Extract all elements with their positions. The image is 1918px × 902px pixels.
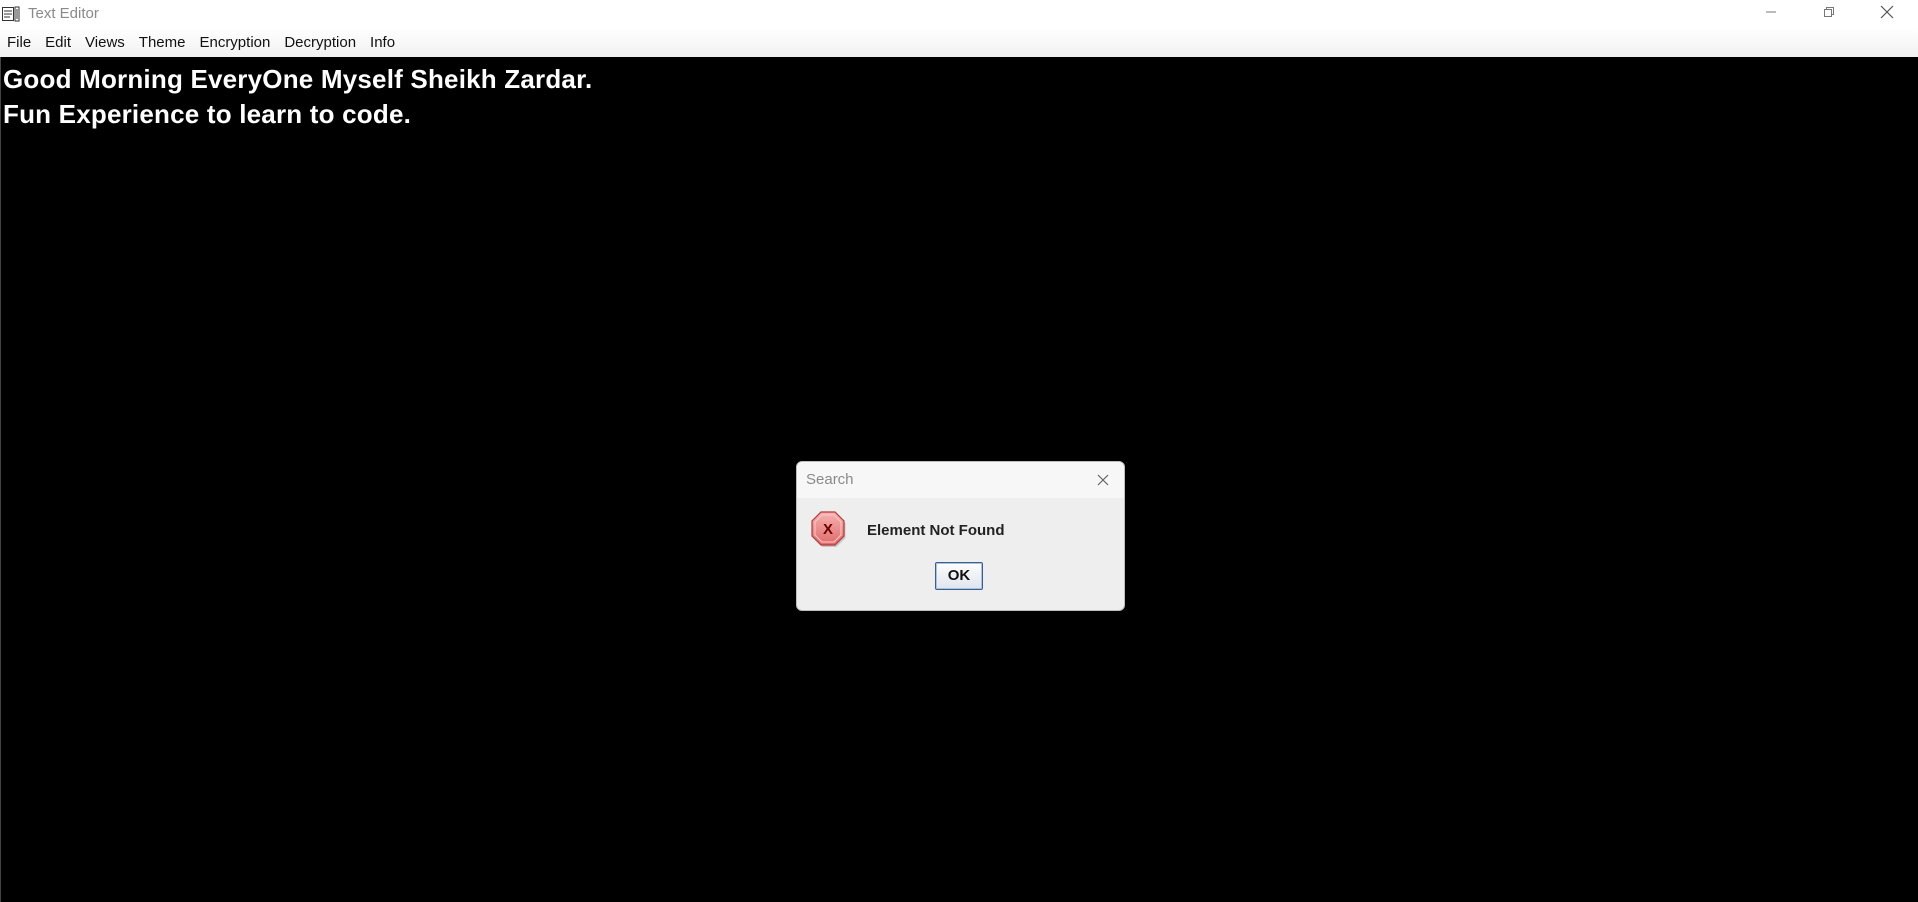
title-bar: Text Editor bbox=[0, 0, 1918, 28]
text-editor-window: Text Editor File Edit Views Theme Encryp… bbox=[0, 0, 1918, 902]
menu-bar: File Edit Views Theme Encryption Decrypt… bbox=[0, 28, 1918, 58]
close-icon bbox=[1880, 5, 1894, 24]
dialog-title: Search bbox=[806, 471, 854, 488]
dialog-title-bar: Search bbox=[797, 462, 1124, 498]
editor-line: Good Morning EveryOne Myself Sheikh Zard… bbox=[3, 64, 593, 94]
menu-views[interactable]: Views bbox=[78, 28, 132, 57]
menu-file[interactable]: File bbox=[0, 28, 38, 57]
minimize-button[interactable] bbox=[1742, 0, 1800, 28]
menu-encryption[interactable]: Encryption bbox=[192, 28, 277, 57]
restore-icon bbox=[1823, 5, 1835, 23]
menu-edit[interactable]: Edit bbox=[38, 28, 78, 57]
notepad-icon bbox=[2, 6, 22, 22]
dialog-message: Element Not Found bbox=[867, 522, 1005, 539]
restore-button[interactable] bbox=[1800, 0, 1858, 28]
dialog-close-button[interactable] bbox=[1093, 470, 1113, 490]
close-icon bbox=[1093, 474, 1113, 494]
error-icon: X bbox=[810, 510, 846, 548]
menu-info[interactable]: Info bbox=[363, 28, 402, 57]
close-button[interactable] bbox=[1858, 0, 1916, 28]
editor-line: Fun Experience to learn to code. bbox=[3, 99, 412, 129]
menu-theme[interactable]: Theme bbox=[132, 28, 193, 57]
search-dialog: Search X Element Not Found OK bbox=[796, 461, 1125, 611]
menu-decryption[interactable]: Decryption bbox=[277, 28, 363, 57]
svg-text:X: X bbox=[823, 521, 833, 538]
minimize-icon bbox=[1765, 5, 1777, 23]
window-title: Text Editor bbox=[28, 5, 99, 22]
ok-button[interactable]: OK bbox=[935, 562, 983, 590]
